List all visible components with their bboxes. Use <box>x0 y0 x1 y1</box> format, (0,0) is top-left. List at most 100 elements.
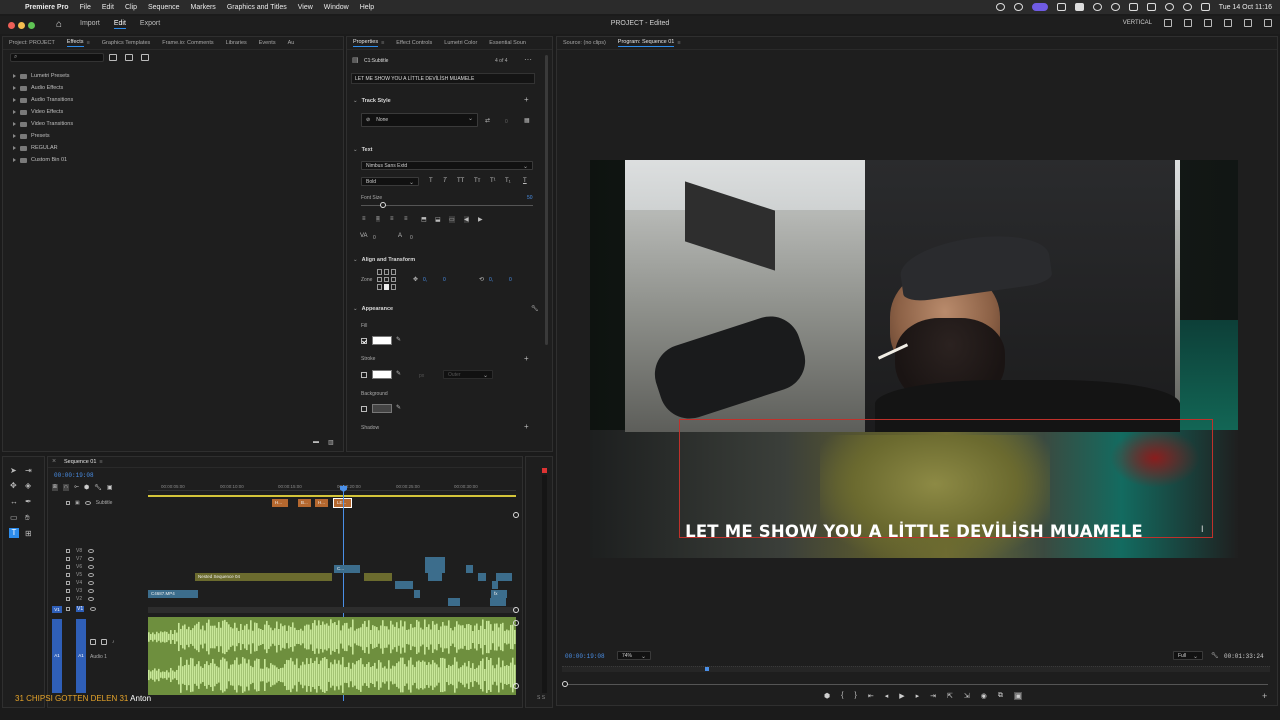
eyedropper-icon[interactable]: ✎ <box>396 370 401 377</box>
effects-search-input[interactable]: ⌕ <box>10 53 104 62</box>
lock-icon[interactable] <box>66 581 70 585</box>
rotation-y[interactable]: 0 <box>509 277 512 283</box>
faux-italic-icon[interactable]: T <box>443 178 447 184</box>
eye-icon[interactable] <box>88 581 95 585</box>
eye-icon[interactable] <box>88 557 95 561</box>
play-icon[interactable]: ▶ <box>899 692 904 700</box>
video-frame[interactable]: LET ME SHOW YOU A LİTTLE DEVİLİSH MUAMEL… <box>590 160 1238 558</box>
eyedropper-icon[interactable]: ✎ <box>396 336 401 343</box>
lock-icon[interactable] <box>66 573 70 577</box>
expand-icon[interactable] <box>13 86 16 90</box>
bluetooth-icon[interactable] <box>1146 3 1156 11</box>
align-right-icon[interactable]: ≡ <box>390 216 394 222</box>
snap-icon[interactable]: ∩ <box>62 484 70 491</box>
tab-properties[interactable]: Properties <box>353 39 379 47</box>
quality-dropdown[interactable]: Full ⌄ <box>1173 651 1203 660</box>
tree-item[interactable]: Audio Effects <box>13 82 73 94</box>
font-size-slider-handle[interactable] <box>380 202 386 208</box>
font-dropdown[interactable]: Nimbus Sans Extd ⌄ <box>361 161 533 170</box>
nested-sequence-clip[interactable]: Nested Sequence 04 <box>195 573 332 581</box>
align-top-icon[interactable]: ⬒ <box>421 216 427 223</box>
workspace-import[interactable]: Import <box>80 20 100 29</box>
step-back-icon[interactable]: ◂ <box>885 692 889 700</box>
tab-menu-icon[interactable]: ≡ <box>87 40 90 46</box>
program-playhead-marker[interactable] <box>705 667 709 671</box>
eye-icon[interactable] <box>88 589 95 593</box>
tree-item[interactable]: Video Effects <box>13 106 73 118</box>
clock[interactable]: Tue 14 Oct 11:16 <box>1219 4 1272 11</box>
battery-icon[interactable] <box>1128 3 1138 11</box>
eye-icon[interactable] <box>88 573 95 577</box>
solo-meter-icon[interactable]: S S <box>537 695 545 701</box>
expand-icon[interactable] <box>13 146 16 150</box>
tree-item[interactable]: Custom Bin 01 <box>13 154 73 166</box>
panel-icon[interactable] <box>1224 19 1232 27</box>
zone-grid[interactable] <box>377 269 398 290</box>
tab-menu-icon[interactable]: ≡ <box>677 40 680 46</box>
stroke-color-swatch[interactable] <box>372 370 392 379</box>
stroke-checkbox[interactable] <box>361 372 367 378</box>
caption-bounding-box[interactable] <box>679 419 1213 538</box>
menu-app-name[interactable]: Premiere Pro <box>25 4 69 11</box>
subtitle-clip[interactable]: B... <box>298 499 311 507</box>
video-clip[interactable] <box>478 573 486 581</box>
v2-video-clip[interactable]: C4687.MP4 <box>148 590 198 598</box>
program-timecode[interactable]: 00:00:19:08 <box>565 653 605 660</box>
scroll-handle[interactable] <box>513 512 519 518</box>
position-x[interactable]: 0, <box>423 277 427 283</box>
ltr-icon[interactable]: ◀ <box>464 216 469 223</box>
tree-item[interactable]: REGULAR <box>13 142 73 154</box>
video-clip[interactable] <box>414 590 420 598</box>
tree-item[interactable]: Lumetri Presets <box>13 70 73 82</box>
tab-events[interactable]: Events <box>259 40 276 46</box>
quick-export-icon[interactable] <box>1184 19 1192 27</box>
program-scrub-bar[interactable] <box>564 684 1268 685</box>
menu-window[interactable]: Window <box>324 4 349 11</box>
menu-view[interactable]: View <box>298 4 313 11</box>
expand-icon[interactable] <box>13 158 16 162</box>
solo-button[interactable] <box>101 639 107 645</box>
more-icon[interactable]: ··· <box>524 55 532 64</box>
background-checkbox[interactable] <box>361 406 367 412</box>
v1-track-row[interactable] <box>148 607 516 613</box>
search-icon[interactable] <box>1182 3 1192 11</box>
add-button-icon[interactable]: + <box>1262 691 1267 701</box>
align-center-icon[interactable]: ≡ <box>376 216 380 222</box>
settings-wrench-icon[interactable]: 🔧︎ <box>94 484 102 491</box>
add-marker-icon[interactable]: ⬢ <box>84 484 89 491</box>
nest-icon[interactable]: ⧈ <box>52 484 58 491</box>
filter-accelerated-icon[interactable] <box>109 54 117 61</box>
video-clip[interactable] <box>490 598 506 606</box>
slip-tool-icon[interactable]: ↔ <box>10 497 18 506</box>
eye-icon[interactable] <box>88 565 95 569</box>
record-icon[interactable] <box>1110 3 1120 11</box>
ripple-edit-tool-icon[interactable]: ✥ <box>10 481 17 490</box>
align-bottom-icon[interactable]: ▭ <box>449 216 455 223</box>
tab-frameio[interactable]: Frame.io: Comments <box>162 40 213 46</box>
tab-source[interactable]: Source: (no clips) <box>563 40 606 46</box>
video-clip[interactable] <box>395 581 413 589</box>
nested-sequence-clip[interactable] <box>364 573 392 581</box>
menu-file[interactable]: File <box>80 4 91 11</box>
add-icon[interactable]: + <box>524 95 529 104</box>
controls-icon[interactable] <box>1074 3 1084 11</box>
caption-text-field[interactable]: LET ME SHOW YOU A LİTTLE DEVİLİSH MUAMEL… <box>351 73 535 84</box>
tab-lumetri-color[interactable]: Lumetri Color <box>444 40 477 46</box>
zone-cell[interactable] <box>377 276 382 283</box>
audio-waveform[interactable] <box>148 617 516 695</box>
close-window-button[interactable] <box>8 22 15 29</box>
tree-item[interactable]: Video Transitions <box>13 118 73 130</box>
track-select-tool-icon[interactable]: ⇥ <box>25 466 32 475</box>
workspace-icon[interactable] <box>1164 19 1172 27</box>
new-bin-icon[interactable]: ▬ <box>313 439 319 445</box>
step-forward-icon[interactable]: ▸ <box>916 692 920 700</box>
video-clip[interactable] <box>466 565 473 573</box>
tab-sequence[interactable]: Sequence 01 <box>64 459 96 465</box>
sync-style-icon[interactable]: ⇄ <box>485 117 490 124</box>
eye-icon[interactable] <box>90 607 97 611</box>
work-area-bar[interactable] <box>148 495 516 497</box>
subscript-icon[interactable]: T₁ <box>505 178 511 184</box>
selection-tool-icon[interactable]: ➤ <box>10 466 17 475</box>
scroll-handle[interactable] <box>513 607 519 613</box>
workspace-edit[interactable]: Edit <box>113 20 126 29</box>
